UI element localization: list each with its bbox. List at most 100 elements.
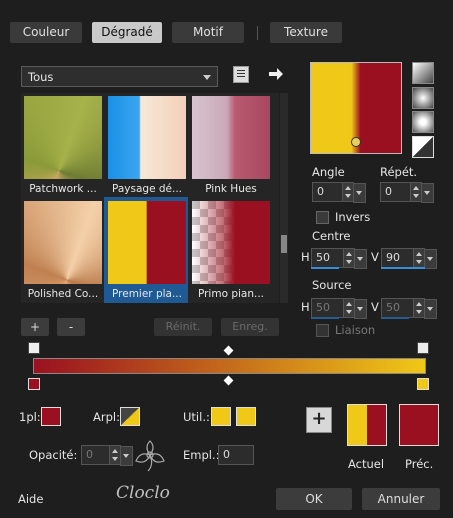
- chevron-down-icon[interactable]: [354, 249, 367, 269]
- source-label: Source: [312, 278, 352, 292]
- repet-value: 0: [385, 185, 392, 198]
- chevron-down-icon[interactable]: [424, 299, 437, 319]
- color-stop-left[interactable]: [28, 378, 40, 390]
- thumbnail-label: Polished Co...: [27, 288, 99, 300]
- scrollbar-thumb[interactable]: [281, 235, 287, 253]
- repet-label: Répét.: [380, 165, 418, 179]
- premier-plan-label: 1pl:: [19, 410, 41, 424]
- source-v-value: 50: [386, 301, 400, 314]
- centre-h-label: H: [301, 250, 310, 264]
- empl-value: 0: [223, 448, 230, 461]
- source-h-stepper[interactable]: 50: [311, 298, 367, 319]
- centre-h-stepper[interactable]: 50: [311, 248, 367, 269]
- spin-arrows-icon[interactable]: [342, 183, 353, 201]
- color-midpoint[interactable]: [223, 375, 234, 386]
- thumbnail-label: Pink Hues: [205, 183, 257, 195]
- watermark: Cloclo: [100, 433, 200, 513]
- thumbnail-pink-hues[interactable]: [192, 96, 270, 179]
- aide-link[interactable]: Aide: [18, 492, 43, 506]
- centre-h-slider[interactable]: [311, 267, 339, 269]
- reinit-button[interactable]: Réinit.: [154, 318, 212, 336]
- centre-v-slider[interactable]: [381, 267, 425, 269]
- thumbnail-primo-piano[interactable]: [192, 201, 270, 284]
- opacite-value: 0: [86, 448, 93, 461]
- thumbnail-paysage[interactable]: [108, 96, 186, 179]
- actuel-label: Actuel: [348, 457, 385, 471]
- chevron-down-icon: [203, 75, 211, 80]
- chevron-down-icon[interactable]: [424, 249, 437, 269]
- source-h-value: 50: [316, 301, 330, 314]
- thumbnail-patchwork[interactable]: [24, 96, 102, 179]
- angle-label: Angle: [312, 165, 345, 179]
- style-rectangular-icon[interactable]: [412, 87, 434, 109]
- source-v-label: V: [371, 300, 379, 314]
- source-v-stepper[interactable]: 50: [381, 298, 437, 319]
- invers-checkbox[interactable]: [316, 211, 329, 224]
- arriere-plan-swatch[interactable]: [120, 407, 140, 426]
- watermark-text: Cloclo: [116, 483, 170, 503]
- chevron-down-icon[interactable]: [354, 299, 367, 319]
- centre-v-value: 90: [386, 251, 400, 264]
- arriere-plan-label: Arpl:: [93, 410, 120, 424]
- thumbnail-scrollbar[interactable]: [280, 93, 288, 303]
- thumbnail-polished-copper[interactable]: [24, 201, 102, 284]
- arrow-right-icon[interactable]: [268, 66, 284, 82]
- util-swatch-1[interactable]: [211, 407, 231, 426]
- spin-arrows-icon[interactable]: [343, 299, 354, 317]
- centre-v-label: V: [371, 250, 379, 264]
- source-h-slider[interactable]: [311, 317, 339, 319]
- crosshair-icon[interactable]: [351, 137, 361, 147]
- angle-value: 0: [317, 185, 324, 198]
- annuler-button[interactable]: Annuler: [362, 488, 440, 510]
- gradient-bar[interactable]: [33, 358, 426, 374]
- gradient-preview[interactable]: [310, 62, 402, 154]
- spin-arrows-icon[interactable]: [343, 249, 354, 267]
- library-icon[interactable]: [233, 66, 249, 83]
- tab-divider: [257, 26, 258, 40]
- invers-label: Invers: [335, 210, 371, 224]
- tab-degrade[interactable]: Dégradé: [92, 22, 162, 43]
- remove-gradient-button[interactable]: -: [57, 318, 85, 336]
- spin-arrows-icon[interactable]: [410, 183, 421, 201]
- previous-swatch[interactable]: [399, 404, 439, 446]
- centre-h-value: 50: [316, 251, 330, 264]
- liaison-label: Liaison: [335, 323, 376, 337]
- tab-motif[interactable]: Motif: [172, 22, 244, 43]
- opacity-stop-right[interactable]: [417, 342, 429, 354]
- tab-texture[interactable]: Texture: [270, 22, 342, 43]
- thumbnail-label: Primo pian...: [197, 288, 265, 300]
- add-gradient-button[interactable]: +: [21, 318, 49, 336]
- ok-button[interactable]: OK: [276, 488, 352, 510]
- source-v-slider[interactable]: [381, 317, 409, 319]
- repet-stepper[interactable]: 0: [380, 182, 434, 203]
- opacite-label: Opacité:: [29, 448, 78, 462]
- liaison-checkbox[interactable]: [316, 324, 329, 337]
- style-linear-icon[interactable]: [412, 62, 434, 84]
- style-radial-icon[interactable]: [412, 136, 434, 158]
- premier-plan-swatch[interactable]: [41, 407, 61, 426]
- opacity-midpoint[interactable]: [223, 345, 234, 356]
- chevron-down-icon[interactable]: [421, 183, 434, 203]
- thumbnail-label: Patchwork ...: [29, 183, 97, 195]
- opacity-stop-left[interactable]: [28, 342, 40, 354]
- tab-couleur[interactable]: Couleur: [10, 22, 82, 43]
- category-dropdown[interactable]: Tous: [21, 66, 218, 87]
- util-swatch-2[interactable]: [236, 407, 256, 426]
- add-to-library-button[interactable]: +: [306, 407, 332, 433]
- spin-arrows-icon[interactable]: [413, 249, 424, 267]
- color-stop-right[interactable]: [417, 378, 429, 390]
- prec-label: Préc.: [405, 457, 434, 471]
- centre-label: Centre: [312, 229, 351, 243]
- thumbnail-label: Paysage dé...: [111, 183, 182, 195]
- current-swatch[interactable]: [347, 404, 387, 446]
- spin-arrows-icon[interactable]: [413, 299, 424, 317]
- centre-v-stepper[interactable]: 90: [381, 248, 437, 269]
- thumbnail-label: Premier pla...: [112, 288, 182, 300]
- util-label: Util.:: [183, 410, 210, 424]
- empl-input[interactable]: 0: [218, 445, 254, 465]
- style-sunburst-icon[interactable]: [412, 111, 434, 133]
- enreg-button[interactable]: Enreg.: [221, 318, 279, 336]
- chevron-down-icon[interactable]: [353, 183, 366, 203]
- angle-stepper[interactable]: 0: [312, 182, 366, 203]
- thumbnail-premier-plan[interactable]: [108, 201, 186, 284]
